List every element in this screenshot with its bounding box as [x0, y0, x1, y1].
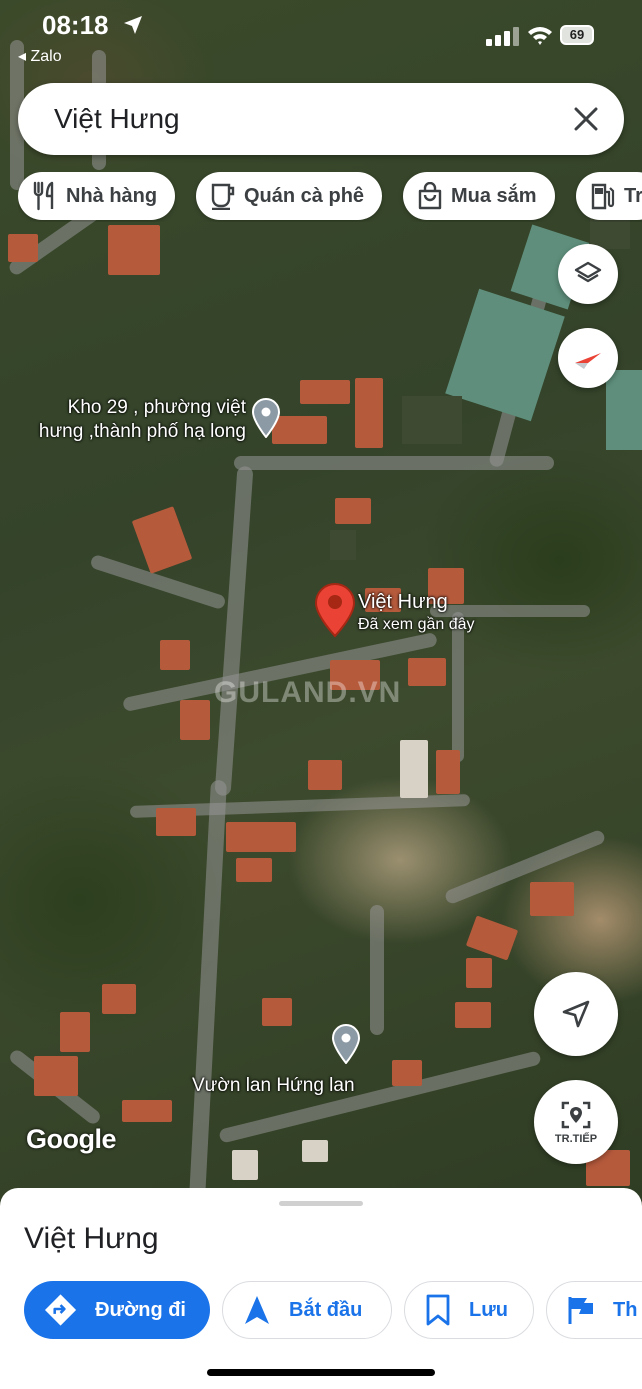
- gray-map-pin-icon[interactable]: [252, 398, 280, 438]
- chip-gas[interactable]: Tr: [576, 172, 642, 220]
- directions-button[interactable]: Đường đi: [24, 1281, 210, 1339]
- chip-coffee[interactable]: Quán cà phê: [196, 172, 383, 220]
- more-action-button[interactable]: Th: [546, 1281, 642, 1339]
- navigation-arrow-icon: [562, 1000, 590, 1028]
- layers-button[interactable]: [558, 244, 618, 304]
- home-indicator[interactable]: [207, 1369, 435, 1376]
- gas-station-icon: [591, 183, 615, 210]
- place-bottom-sheet[interactable]: Việt Hưng Đường đi Bắt đầu Lưu Th: [0, 1188, 642, 1389]
- navigation-start-icon: [245, 1296, 269, 1324]
- poi-kho-29-line-2: hưng ,thành phố hạ long: [38, 421, 246, 442]
- fork-knife-icon: [33, 181, 54, 211]
- cellular-signal-icon: [486, 27, 519, 46]
- my-location-button[interactable]: [534, 972, 618, 1056]
- category-chips: Nhà hàng Quán cà phê Mua sắm Tr: [18, 172, 642, 222]
- start-navigation-button[interactable]: Bắt đầu: [222, 1281, 392, 1339]
- status-time: 08:18: [42, 10, 109, 40]
- shopping-bag-icon: [418, 182, 442, 210]
- live-view-icon: [561, 1101, 591, 1129]
- live-view-label: TR.TIẾP: [554, 1133, 598, 1145]
- poi-kho-29-label[interactable]: Kho 29 , phường việt hưng ,thành phố hạ …: [18, 396, 246, 444]
- google-logo: Google: [26, 1124, 117, 1154]
- search-query[interactable]: Việt Hưng: [54, 103, 180, 135]
- action-label: Bắt đầu: [289, 1298, 363, 1321]
- chip-restaurants[interactable]: Nhà hàng: [18, 172, 176, 220]
- back-to-app-link[interactable]: ◂ Zalo: [18, 46, 62, 66]
- sheet-drag-handle[interactable]: [279, 1201, 363, 1206]
- compass-button[interactable]: [558, 328, 618, 388]
- compass-icon: [575, 353, 601, 369]
- chip-shopping[interactable]: Mua sắm: [403, 172, 555, 220]
- place-title: Việt Hưng: [24, 1222, 159, 1255]
- action-label: Lưu: [469, 1298, 508, 1321]
- gray-map-pin-icon[interactable]: [332, 1024, 360, 1064]
- location-services-icon: [124, 16, 142, 34]
- close-icon[interactable]: [570, 103, 602, 135]
- selected-red-pin-icon[interactable]: [314, 582, 356, 638]
- battery-indicator: 69: [560, 25, 594, 45]
- action-buttons-row: Đường đi Bắt đầu Lưu Th: [24, 1281, 642, 1341]
- chip-label: Nhà hàng: [66, 184, 158, 207]
- live-view-button[interactable]: TR.TIẾP: [534, 1080, 618, 1164]
- selected-place-subtitle: Đã xem gần đây: [358, 616, 475, 633]
- save-button[interactable]: Lưu: [404, 1281, 534, 1339]
- action-label: Th: [613, 1298, 638, 1321]
- search-bar[interactable]: Việt Hưng: [18, 83, 624, 155]
- bookmark-icon: [426, 1294, 450, 1326]
- poi-kho-29-line-1: Kho 29 , phường việt: [67, 397, 246, 418]
- flag-icon: [568, 1297, 593, 1324]
- selected-place-label[interactable]: Việt Hưng: [358, 590, 448, 614]
- action-label: Đường đi: [95, 1298, 186, 1321]
- coffee-cup-icon: [211, 183, 235, 210]
- layers-icon: [574, 261, 602, 283]
- chip-label: Quán cà phê: [244, 184, 365, 207]
- chip-label: Tr: [624, 184, 642, 207]
- wifi-icon: [528, 27, 552, 45]
- status-bar: 08:18 ◂ Zalo 69: [0, 0, 642, 70]
- watermark-text: GULAND.VN: [214, 676, 402, 709]
- directions-icon: [44, 1294, 77, 1326]
- chip-label: Mua sắm: [451, 184, 537, 207]
- poi-vuon-lan-label[interactable]: Vườn lan Hứng lan: [192, 1074, 355, 1098]
